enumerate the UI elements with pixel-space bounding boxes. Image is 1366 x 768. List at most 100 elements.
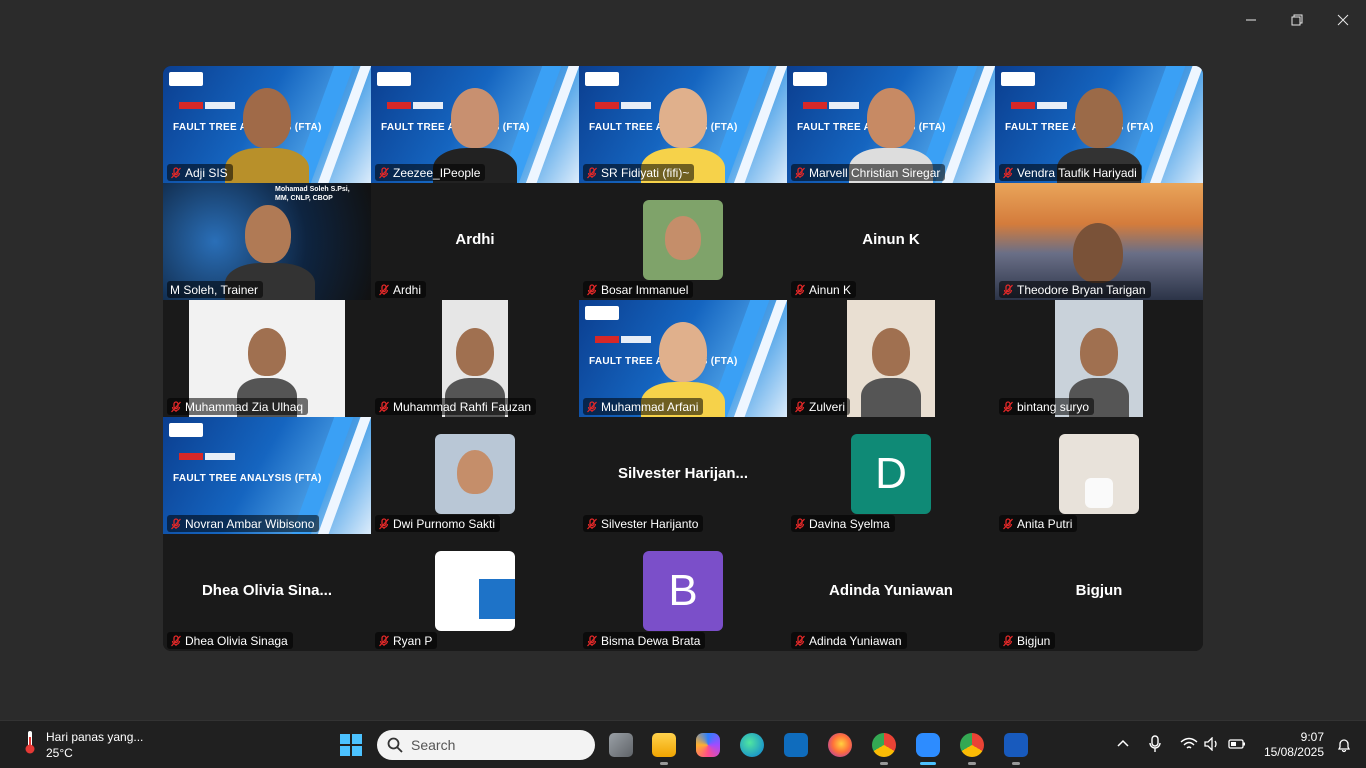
participant-tile[interactable]: FAULT TREE ANALYSIS (FTA)SR Fidiyati (fi…: [579, 66, 787, 183]
participant-tile[interactable]: Dwi Purnomo Sakti: [371, 417, 579, 534]
taskbar: Hari panas yang... 25°C Search 9:07 15/0…: [0, 720, 1366, 768]
participant-tile[interactable]: Muhammad Rahfi Fauzan: [371, 300, 579, 417]
windows-logo-pane: [352, 746, 362, 756]
participant-tile[interactable]: B Bisma Dewa Brata: [579, 534, 787, 651]
participant-tile[interactable]: Silvester Harijan... Silvester Harijanto: [579, 417, 787, 534]
participant-body: [225, 148, 309, 183]
participant-tile[interactable]: Mohamad Soleh S.Psi, MM, CNLP, CBOP M Sol…: [163, 183, 371, 300]
letter-avatar: B: [643, 551, 723, 631]
windows-logo-pane: [340, 746, 350, 756]
muted-mic-icon: [795, 517, 805, 529]
participant-tile[interactable]: FAULT TREE ANALYSIS (FTA)Muhammad Arfani: [579, 300, 787, 417]
participant-face: [248, 328, 286, 376]
minimize-button[interactable]: [1228, 0, 1274, 40]
zoom-icon[interactable]: [916, 733, 940, 765]
participant-tile[interactable]: Bosar Immanuel: [579, 183, 787, 300]
participant-display-name: Bigjun: [1075, 582, 1123, 599]
participant-tile[interactable]: FAULT TREE ANALYSIS (FTA) Novran Ambar Wi…: [163, 417, 371, 534]
training-tag: [621, 102, 651, 109]
participant-tile[interactable]: Adinda Yuniawan Adinda Yuniawan: [787, 534, 995, 651]
participant-gallery: FAULT TREE ANALYSIS (FTA)Adji SISFAULT T…: [163, 66, 1203, 651]
vase-photo: [1085, 478, 1113, 508]
muted-mic-icon: [379, 634, 389, 646]
close-button[interactable]: [1320, 0, 1366, 40]
participant-tile[interactable]: Theodore Bryan Tarigan: [995, 183, 1203, 300]
muted-mic-icon: [379, 400, 389, 412]
participant-tile[interactable]: FAULT TREE ANALYSIS (FTA)Vendra Taufik H…: [995, 66, 1203, 183]
task-view-icon[interactable]: [609, 733, 633, 757]
muted-mic-icon: [171, 634, 181, 646]
file-explorer-icon[interactable]: [652, 733, 676, 765]
clock[interactable]: 9:07 15/08/2025: [1264, 730, 1324, 760]
muted-mic-icon: [379, 517, 389, 529]
participant-name: Vendra Taufik Hariyadi: [1017, 165, 1137, 180]
notification-bell-icon[interactable]: [1336, 737, 1352, 753]
institute-logo: [585, 306, 619, 320]
short-tag: [1011, 102, 1035, 109]
start-button[interactable]: [340, 734, 362, 756]
participant-face: [665, 216, 701, 260]
participant-name-tag: Bisma Dewa Brata: [583, 632, 706, 649]
participant-name-tag: Adji SIS: [167, 164, 233, 181]
chrome-icon[interactable]: [872, 733, 896, 765]
wifi-icon[interactable]: [1180, 737, 1198, 751]
microphone-icon[interactable]: [1148, 735, 1162, 753]
participant-tile[interactable]: Dhea Olivia Sina... Dhea Olivia Sinaga: [163, 534, 371, 651]
trainer-overlay: Mohamad Soleh S.Psi, MM, CNLP, CBOP: [275, 186, 350, 202]
weather-temp: 25°C: [46, 746, 73, 760]
chrome-profile-icon[interactable]: [960, 733, 984, 765]
participant-name: Muhammad Rahfi Fauzan: [393, 399, 532, 414]
participant-tile[interactable]: Anita Putri: [995, 417, 1203, 534]
training-tag: [205, 453, 235, 460]
firefox-icon[interactable]: [828, 733, 852, 757]
participant-tile[interactable]: FAULT TREE ANALYSIS (FTA)Adji SIS: [163, 66, 371, 183]
participant-name: Davina Syelma: [809, 516, 890, 531]
word-icon[interactable]: [1004, 733, 1028, 765]
participant-name: M Soleh, Trainer: [170, 282, 259, 297]
participant-tile[interactable]: Muhammad Zia Ulhaq: [163, 300, 371, 417]
participant-name-tag: Anita Putri: [999, 515, 1078, 532]
participant-name: Bosar Immanuel: [601, 282, 689, 297]
participant-name-tag: Davina Syelma: [791, 515, 895, 532]
participant-name: Dhea Olivia Sinaga: [185, 633, 288, 648]
taskbar-search[interactable]: Search: [377, 730, 595, 760]
volume-icon[interactable]: [1204, 737, 1220, 751]
copilot-icon[interactable]: [696, 733, 720, 757]
participant-name: SR Fidiyati (fifi)~: [601, 165, 690, 180]
banner-title: FAULT TREE ANALYSIS (FTA): [173, 473, 322, 484]
participant-name-tag: Muhammad Zia Ulhaq: [167, 398, 309, 415]
institute-logo: [169, 72, 203, 86]
institute-logo: [377, 72, 411, 86]
participant-face: [1075, 88, 1123, 148]
chevron-up-icon[interactable]: [1116, 737, 1130, 751]
clock-time: 9:07: [1300, 730, 1324, 744]
participant-tile[interactable]: Ryan P: [371, 534, 579, 651]
outlook-icon[interactable]: [784, 733, 808, 757]
participant-face: [659, 88, 707, 148]
edge-icon[interactable]: [740, 733, 764, 757]
participant-tile[interactable]: FAULT TREE ANALYSIS (FTA)Marvell Christi…: [787, 66, 995, 183]
participant-name: Muhammad Arfani: [601, 399, 699, 414]
search-icon: [387, 737, 403, 753]
participant-tile[interactable]: Ainun K Ainun K: [787, 183, 995, 300]
participant-name-tag: bintang suryo: [999, 398, 1095, 415]
participant-tile[interactable]: Zulveri: [787, 300, 995, 417]
participant-tile[interactable]: Bigjun Bigjun: [995, 534, 1203, 651]
participant-tile[interactable]: D Davina Syelma: [787, 417, 995, 534]
close-icon: [1337, 14, 1349, 26]
muted-mic-icon: [795, 283, 805, 295]
restore-button[interactable]: [1274, 0, 1320, 40]
participant-face: [243, 88, 291, 148]
weather-widget[interactable]: Hari panas yang... 25°C: [22, 729, 143, 761]
participant-tile[interactable]: FAULT TREE ANALYSIS (FTA)Zeezee_IPeople: [371, 66, 579, 183]
battery-icon[interactable]: [1228, 738, 1246, 750]
participant-tile[interactable]: Ardhi Ardhi: [371, 183, 579, 300]
profile-picture: [643, 200, 723, 280]
participant-face: [867, 88, 915, 148]
muted-mic-icon: [171, 517, 181, 529]
participant-display-name: Ardhi: [455, 231, 495, 248]
participant-face: [1080, 328, 1118, 376]
participant-tile[interactable]: bintang suryo: [995, 300, 1203, 417]
search-placeholder: Search: [411, 737, 456, 753]
weather-text: Hari panas yang...: [46, 730, 144, 744]
